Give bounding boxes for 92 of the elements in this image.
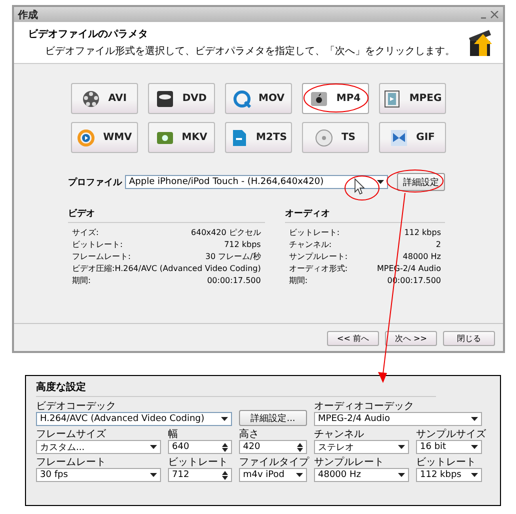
film-strip-icon — [383, 90, 402, 108]
minimize-close-icon[interactable] — [481, 10, 499, 18]
annotation-ellipse — [304, 84, 368, 112]
format-button[interactable]: M2TS — [225, 122, 292, 153]
format-button[interactable]: AVI — [71, 83, 138, 114]
field-label: フレームレート — [36, 457, 107, 468]
panel-title: 高度な設定 — [36, 380, 436, 397]
field-label: ビデオコーデック — [36, 401, 117, 412]
info-value: 640x420 ピクセル — [191, 227, 261, 239]
dropdown-arrow-icon — [221, 417, 228, 421]
play-ring-icon — [77, 128, 96, 146]
number-spinner[interactable]: 420 — [239, 440, 307, 454]
field-label: チャンネル — [314, 429, 365, 440]
butterfly-icon — [390, 128, 408, 146]
number-spinner[interactable]: 712 — [168, 468, 232, 482]
dropdown-arrow-icon — [471, 417, 478, 421]
dropdown-arrow-icon — [150, 445, 157, 449]
info-label: ビデオ圧縮: — [72, 263, 115, 275]
info-value: H.264/AVC (Advanced Video Coding) — [114, 263, 261, 275]
info-label: ビットレート: — [288, 227, 340, 239]
spinner-arrows-icon — [222, 442, 228, 452]
number-spinner[interactable]: 640 — [168, 440, 232, 454]
dropdown-arrow-icon — [398, 473, 405, 477]
dropdown-field[interactable]: m4v iPod — [239, 468, 307, 482]
dropdown-field[interactable]: MPEG-2/4 Audio — [314, 412, 482, 426]
field-label: フレームサイズ — [36, 429, 107, 440]
profile-dropdown[interactable]: Apple iPhone/iPod Touch - (H.264,640x420) — [125, 175, 388, 189]
field-label: ファイルタイプ — [239, 457, 307, 468]
dropdown-field[interactable]: 30 fps — [36, 468, 161, 482]
info-value: 2 — [436, 239, 441, 251]
field-label: サンプルレート — [314, 457, 385, 468]
detail-settings-button[interactable]: 詳細設定... — [239, 410, 307, 426]
info-value: 00:00:17.500 — [207, 275, 261, 287]
field-label: オーディオコーデック — [314, 401, 415, 412]
format-button[interactable]: MOV — [225, 83, 292, 114]
disc-box-icon — [156, 90, 174, 108]
format-button[interactable]: MP4 — [302, 83, 369, 114]
format-button[interactable]: MKV — [148, 122, 215, 153]
window-title: 作成 — [18, 8, 38, 22]
dropdown-arrow-icon — [150, 473, 157, 477]
dropdown-field[interactable]: カスタム... — [36, 440, 161, 454]
dropdown-arrow-icon — [471, 473, 478, 477]
format-button[interactable]: WMV — [71, 122, 138, 153]
disc-icon — [315, 128, 334, 146]
dropdown-field[interactable]: 112 kbps — [416, 468, 482, 482]
dropdown-field[interactable]: 48000 Hz — [314, 468, 409, 482]
info-value: 30 フレーム/秒 — [205, 251, 261, 263]
field-label: ビットレート — [168, 457, 229, 468]
info-label: チャンネル: — [288, 239, 332, 251]
dropdown-field[interactable]: 16 bit — [416, 440, 482, 454]
info-label: 期間: — [288, 275, 308, 287]
apple-tile-icon — [310, 90, 328, 108]
dropdown-arrow-icon — [471, 445, 478, 449]
section-heading: ビデオ — [68, 207, 265, 223]
dropdown-arrow-icon — [398, 445, 405, 449]
clapperboard-arrow-icon — [467, 28, 495, 58]
dropdown-arrow-icon — [377, 180, 384, 184]
nav-button[interactable]: 閉じる — [443, 331, 495, 346]
dropdown-arrow-icon — [296, 473, 303, 477]
info-value: 48000 Hz — [402, 251, 441, 263]
advanced-settings-button[interactable]: 詳細設定 — [397, 173, 445, 191]
info-label: サイズ: — [72, 227, 99, 239]
field-label: 幅 — [168, 429, 179, 440]
spinner-arrows-icon — [222, 470, 228, 480]
nav-button[interactable]: 次へ >> — [385, 331, 437, 346]
info-label: オーディオ形式: — [288, 263, 348, 275]
format-button[interactable]: GIF — [379, 122, 446, 153]
annotation-ellipse — [386, 170, 444, 192]
format-button[interactable]: TS — [302, 122, 369, 153]
format-button[interactable]: DVD — [148, 83, 215, 114]
info-label: ビットレート: — [72, 239, 123, 251]
q-circle-icon — [232, 90, 251, 108]
info-value: 112 kbps — [404, 227, 441, 239]
format-button[interactable]: MPEG — [379, 83, 446, 114]
header-description: ビデオファイル形式を選択して、ビデオパラメタを指定して、「次へ」をクリックします。 — [45, 44, 455, 58]
dropdown-field[interactable]: H.264/AVC (Advanced Video Coding) — [36, 412, 232, 426]
header-title: ビデオファイルのパラメタ — [28, 28, 149, 41]
film-reel-icon — [82, 90, 100, 108]
field-label: 高さ — [239, 429, 260, 440]
info-label: 期間: — [72, 275, 91, 287]
spinner-arrows-icon — [297, 442, 303, 452]
annotation-ellipse — [344, 176, 380, 200]
field-label: ビットレート — [416, 457, 477, 468]
section-heading: オーディオ — [284, 207, 445, 223]
document-icon — [230, 128, 248, 146]
nav-button[interactable]: << 前へ — [327, 331, 379, 346]
profile-label: プロファイル — [68, 176, 122, 188]
dropdown-field[interactable]: ステレオ — [314, 440, 409, 454]
mouse-cursor-icon — [354, 178, 365, 195]
info-label: サンプルレート: — [288, 251, 348, 263]
info-value: 712 kbps — [224, 239, 261, 251]
info-label: フレームレート: — [72, 251, 131, 263]
